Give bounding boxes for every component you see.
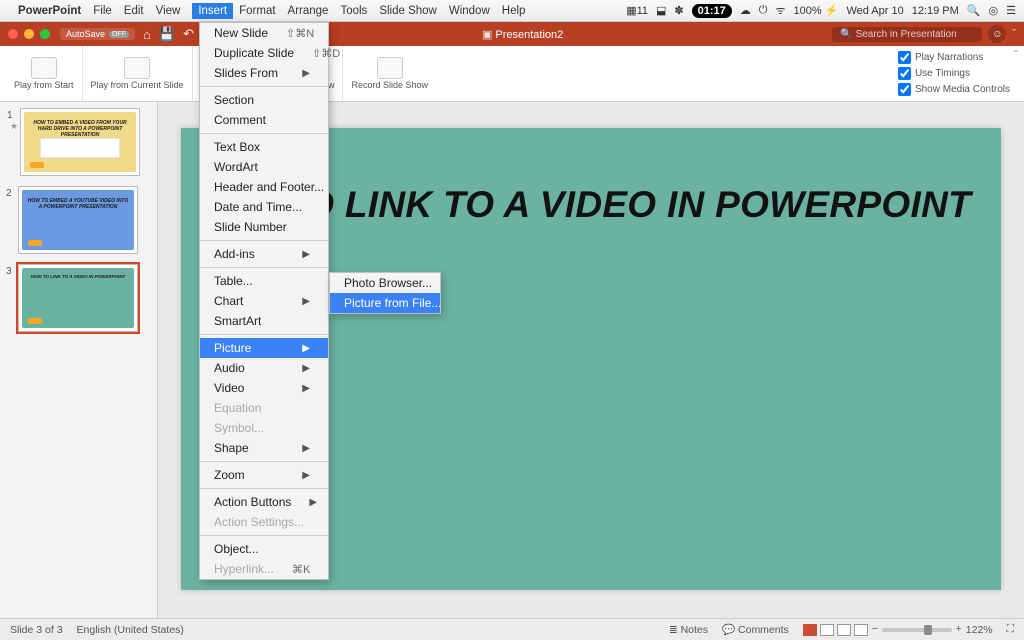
- dropbox-icon[interactable]: ⬓: [656, 4, 666, 17]
- battery-status[interactable]: 100% ⚡: [794, 4, 839, 17]
- toggl-icon[interactable]: ⏻: [759, 4, 768, 17]
- notification-center-icon[interactable]: ☰: [1006, 4, 1016, 17]
- mi-symbol: Symbol...: [200, 418, 328, 438]
- fit-to-window-icon[interactable]: ⛶: [1007, 623, 1014, 636]
- menubar-status: ▦11 ⬓ ✽ 01:17 ☁ ⏻ ᯤ 100% ⚡ Wed Apr 10 12…: [626, 3, 1016, 18]
- slide-thumbnails-panel: 1★ HOW TO EMBED A VIDEO FROM YOUR HARD D…: [0, 102, 158, 618]
- titlebar-chevron-icon[interactable]: ˇ: [1012, 28, 1016, 40]
- close-window[interactable]: [8, 29, 18, 39]
- slideshow-toolbar: Play from Start Play from Current Slide …: [0, 46, 1024, 102]
- cloud-icon[interactable]: ☁: [740, 4, 751, 17]
- menu-file[interactable]: File: [93, 5, 112, 17]
- mac-menubar: PowerPoint File Edit View Insert Format …: [0, 0, 1024, 22]
- search-input[interactable]: 🔍 Search in Presentation: [832, 27, 982, 42]
- thumb-number: 3: [6, 266, 18, 277]
- zoom-thumb[interactable]: [924, 625, 932, 635]
- zoom-level[interactable]: 122%: [966, 624, 993, 636]
- view-normal[interactable]: [803, 624, 817, 636]
- mi-shape[interactable]: Shape▶: [200, 438, 328, 458]
- timer-pill[interactable]: 01:17: [692, 4, 732, 18]
- slide-thumbnail-3[interactable]: HOW TO LINK TO A VIDEO IN POWERPOINT: [18, 264, 138, 332]
- menu-slideshow[interactable]: Slide Show: [379, 5, 437, 17]
- mi-header-footer[interactable]: Header and Footer...: [200, 177, 328, 197]
- wifi-icon[interactable]: ᯤ: [775, 3, 785, 18]
- mi-video[interactable]: Video▶: [200, 378, 328, 398]
- mi-picture[interactable]: Picture▶: [200, 338, 328, 358]
- record-slideshow[interactable]: Record Slide Show: [343, 46, 436, 101]
- view-reading[interactable]: [837, 624, 851, 636]
- mi-slide-number[interactable]: Slide Number: [200, 217, 328, 237]
- menu-insert[interactable]: Insert: [192, 3, 233, 19]
- window-controls: [8, 29, 50, 39]
- comments-toggle[interactable]: 💬 Comments: [722, 623, 789, 636]
- mi-equation: Equation: [200, 398, 328, 418]
- siri-icon[interactable]: ◎: [989, 4, 999, 17]
- zoom-slider[interactable]: − +: [882, 628, 952, 632]
- date: Wed Apr 10: [846, 5, 903, 17]
- home-icon[interactable]: ⌂: [143, 27, 151, 42]
- mi-smartart[interactable]: SmartArt: [200, 311, 328, 331]
- minimize-window[interactable]: [24, 29, 34, 39]
- mi-text-box[interactable]: Text Box: [200, 137, 328, 157]
- opt-timings[interactable]: Use Timings: [898, 67, 1010, 80]
- mi-addins[interactable]: Add-ins▶: [200, 244, 328, 264]
- save-icon[interactable]: 💾: [159, 26, 175, 42]
- mi-table[interactable]: Table...: [200, 271, 328, 291]
- menu-arrange[interactable]: Arrange: [288, 5, 329, 17]
- mi-picture-from-file[interactable]: Picture from File...: [330, 293, 440, 313]
- transition-indicator-icon: ★: [10, 121, 18, 132]
- mi-section[interactable]: Section: [200, 90, 328, 110]
- zoom-window[interactable]: [40, 29, 50, 39]
- mi-photo-browser[interactable]: Photo Browser...: [330, 273, 440, 293]
- play-from-start[interactable]: Play from Start: [6, 46, 83, 101]
- opt-media[interactable]: Show Media Controls: [898, 83, 1010, 96]
- status-bar: Slide 3 of 3 English (United States) ≣ N…: [0, 618, 1024, 640]
- mi-object[interactable]: Object...: [200, 539, 328, 559]
- view-sorter[interactable]: [820, 624, 834, 636]
- mi-zoom[interactable]: Zoom▶: [200, 465, 328, 485]
- slide-thumbnail-1[interactable]: HOW TO EMBED A VIDEO FROM YOUR HARD DRIV…: [20, 108, 140, 176]
- play-from-current[interactable]: Play from Current Slide: [83, 46, 193, 101]
- slide-thumbnail-2[interactable]: HOW TO EMBED A YOUTUBE VIDEO INTO A POWE…: [18, 186, 138, 254]
- mi-slides-from[interactable]: Slides From▶: [200, 63, 328, 83]
- mi-action-buttons[interactable]: Action Buttons▶: [200, 492, 328, 512]
- mi-duplicate-slide[interactable]: Duplicate Slide⇧⌘D: [200, 43, 328, 63]
- menu-help[interactable]: Help: [502, 5, 526, 17]
- slide-indicator[interactable]: Slide 3 of 3: [10, 624, 63, 636]
- app-name[interactable]: PowerPoint: [18, 5, 81, 17]
- workspace: 1★ HOW TO EMBED A VIDEO FROM YOUR HARD D…: [0, 102, 1024, 618]
- status-hashes: ▦11: [626, 4, 648, 17]
- menu-format[interactable]: Format: [239, 5, 275, 17]
- picture-submenu: Photo Browser... Picture from File...: [329, 272, 441, 314]
- mi-hyperlink: Hyperlink...⌘K: [200, 559, 328, 579]
- thumb-number: 1: [7, 110, 19, 121]
- collapse-ribbon-icon[interactable]: ˆ: [1014, 48, 1018, 62]
- mi-new-slide[interactable]: New Slide⇧⌘N: [200, 23, 328, 43]
- menu-view[interactable]: View: [156, 5, 181, 17]
- mi-comment[interactable]: Comment: [200, 110, 328, 130]
- mi-date-time[interactable]: Date and Time...: [200, 197, 328, 217]
- opt-narrations[interactable]: Play Narrations: [898, 51, 1010, 64]
- notes-toggle[interactable]: ≣ Notes: [669, 624, 708, 636]
- search-icon[interactable]: 🔍: [967, 4, 981, 17]
- mi-wordart[interactable]: WordArt: [200, 157, 328, 177]
- autosave-toggle[interactable]: AutoSave OFF: [60, 28, 135, 40]
- thumb-number: 2: [6, 188, 18, 199]
- cloud-sync-icon[interactable]: ✽: [674, 4, 683, 17]
- mi-audio[interactable]: Audio▶: [200, 358, 328, 378]
- view-slideshow[interactable]: [854, 624, 868, 636]
- window-titlebar: AutoSave OFF ⌂ 💾 ↶ ↷ ▣ Presentation2 🔍 S…: [0, 22, 1024, 46]
- menu-tools[interactable]: Tools: [340, 5, 367, 17]
- insert-menu: New Slide⇧⌘N Duplicate Slide⇧⌘D Slides F…: [199, 22, 329, 580]
- account-icon[interactable]: ☺: [988, 25, 1006, 43]
- undo-icon[interactable]: ↶: [183, 26, 194, 42]
- mi-action-settings: Action Settings...: [200, 512, 328, 532]
- time: 12:19 PM: [912, 5, 959, 17]
- language-indicator[interactable]: English (United States): [77, 624, 184, 636]
- menu-window[interactable]: Window: [449, 5, 490, 17]
- menu-edit[interactable]: Edit: [124, 5, 144, 17]
- mi-chart[interactable]: Chart▶: [200, 291, 328, 311]
